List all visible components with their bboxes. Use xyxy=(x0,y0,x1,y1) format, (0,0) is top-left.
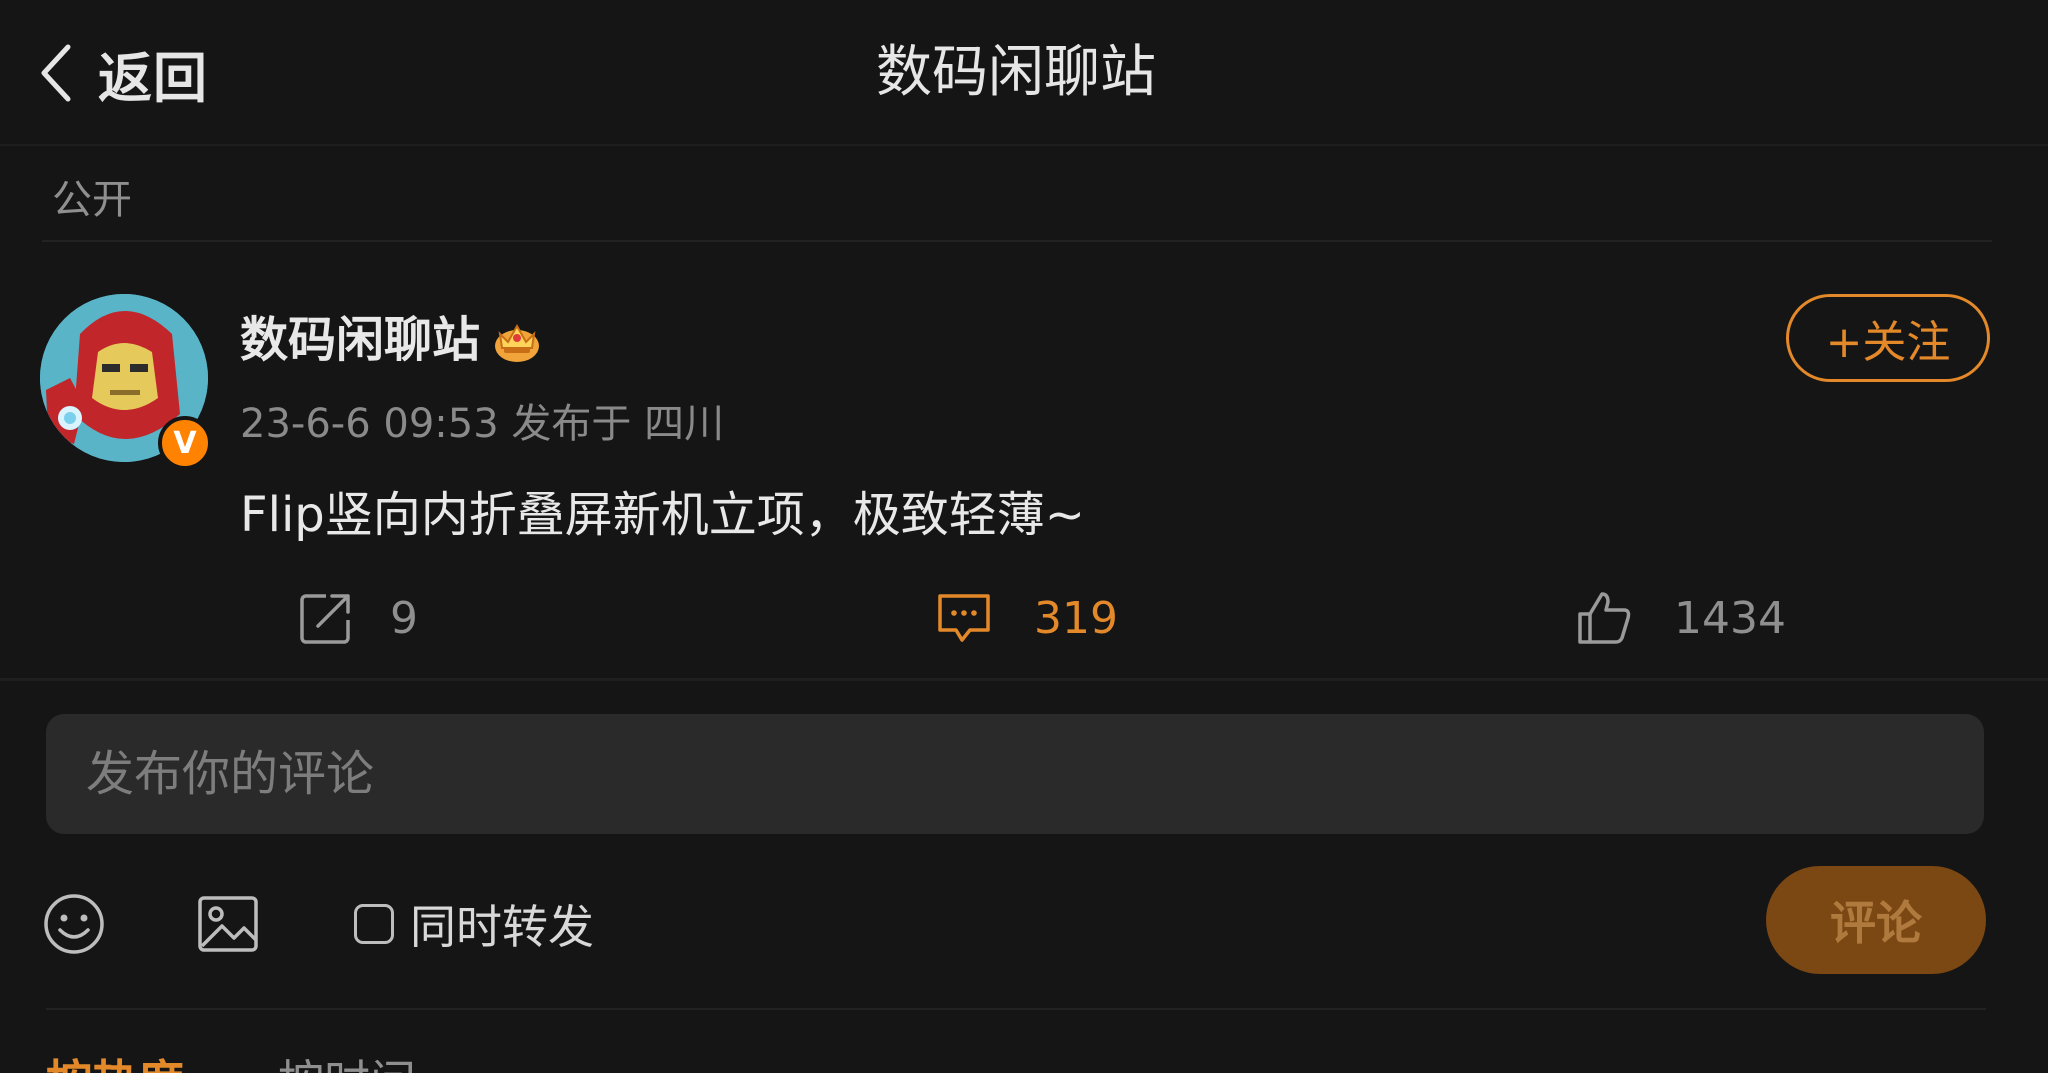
thumbs-up-icon xyxy=(1578,592,1631,644)
repost-button[interactable]: 9 xyxy=(296,580,418,656)
verified-badge: V xyxy=(158,416,212,470)
like-count: 1434 xyxy=(1674,592,1786,644)
tab-sort-by-time[interactable]: 按时间 xyxy=(278,1046,416,1073)
follow-button[interactable]: +关注 xyxy=(1786,294,1990,382)
divider xyxy=(42,240,1992,242)
emoji-icon xyxy=(44,894,104,954)
repost-count: 9 xyxy=(390,592,418,644)
post-detail-page: 返回 数码闲聊站 公开 V 数码闲聊站 23-6-6 09:53 发布于 四川 … xyxy=(0,0,2048,1073)
comment-count: 319 xyxy=(1034,592,1118,644)
page-title: 数码闲聊站 xyxy=(876,40,1156,105)
post-content: Flip竖向内折叠屏新机立项，极致轻薄~ xyxy=(240,487,1085,543)
tab-sort-by-hot[interactable]: 按热度 xyxy=(46,1046,184,1073)
image-icon xyxy=(198,896,258,952)
like-button[interactable]: 1434 xyxy=(1574,580,1786,656)
comment-input[interactable] xyxy=(46,714,1984,834)
crown-icon[interactable] xyxy=(492,316,542,364)
emoji-button[interactable] xyxy=(42,892,106,956)
visibility-label: 公开 xyxy=(52,177,132,223)
divider xyxy=(0,678,2048,681)
comment-toolbar: 同时转发 xyxy=(0,880,2048,980)
divider xyxy=(46,1008,1986,1010)
repost-checkbox[interactable]: 同时转发 xyxy=(354,892,594,956)
submit-comment-button[interactable]: 评论 xyxy=(1766,866,1986,974)
comment-icon xyxy=(938,594,990,642)
post-actions: 9 319 1434 xyxy=(0,580,2048,656)
post-meta: 23-6-6 09:53 发布于 四川 xyxy=(240,401,725,447)
image-button[interactable] xyxy=(196,892,260,956)
top-navigation-bar: 返回 数码闲聊站 xyxy=(0,0,2048,146)
checkbox[interactable] xyxy=(354,904,394,944)
author-name[interactable]: 数码闲聊站 xyxy=(240,308,480,372)
repost-option-label: 同时转发 xyxy=(410,900,594,954)
comment-button[interactable]: 319 xyxy=(934,580,1118,656)
share-icon xyxy=(300,594,350,644)
